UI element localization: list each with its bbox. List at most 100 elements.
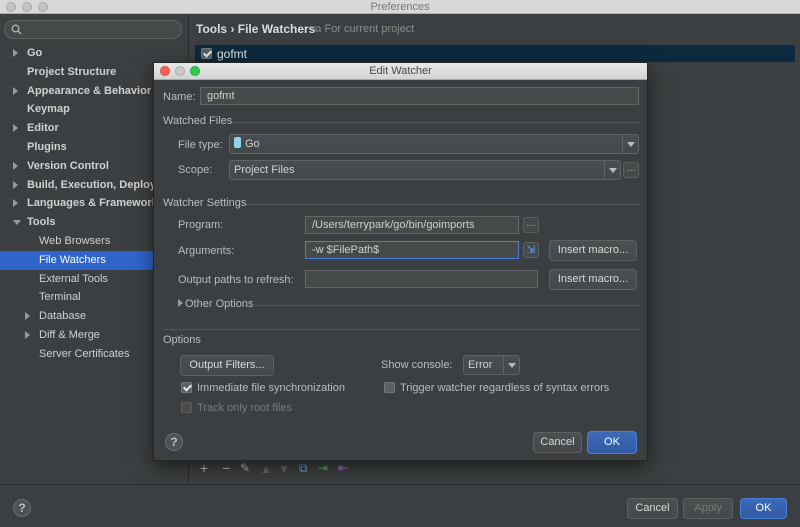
sidebar-item-label: Database — [39, 310, 87, 323]
name-field[interactable]: gofmt — [200, 87, 639, 105]
sidebar-item-label: Diff & Merge — [39, 329, 100, 341]
expand-icon[interactable]: ⇲ — [523, 242, 539, 258]
chevron-right-icon[interactable] — [25, 312, 30, 321]
cancel-button[interactable]: Cancel — [627, 498, 678, 519]
edit-icon[interactable]: ✎ — [240, 461, 250, 475]
output-paths-label: Output paths to refresh: — [178, 274, 294, 286]
watcher-settings-heading: Watcher Settings — [163, 197, 247, 209]
scope-label: Scope: — [178, 164, 213, 176]
insert-macro-button[interactable]: Insert macro... — [549, 240, 637, 261]
other-options-toggle[interactable]: Other Options — [185, 298, 253, 310]
chevron-right-icon[interactable] — [13, 161, 18, 170]
show-console-select[interactable]: Error — [463, 355, 520, 375]
track-root-checkbox[interactable] — [181, 402, 192, 413]
divider — [249, 305, 639, 306]
sidebar-item-label: External Tools — [39, 272, 108, 285]
apply-button[interactable]: Apply — [683, 498, 733, 519]
chevron-right-icon[interactable] — [178, 299, 183, 307]
chevron-right-icon[interactable] — [13, 180, 18, 189]
sidebar-item-label: Build, Execution, Deploy — [27, 178, 156, 191]
arguments-field[interactable]: -w $FilePath$ — [305, 241, 519, 259]
add-icon[interactable]: + — [200, 460, 208, 476]
arguments-label: Arguments: — [178, 245, 235, 257]
scope-note: ⧉ For current project — [315, 23, 415, 35]
import-icon[interactable]: ⇥ — [318, 461, 328, 475]
chevron-right-icon[interactable] — [13, 124, 18, 133]
divider — [246, 204, 639, 205]
search-input[interactable] — [4, 20, 182, 39]
chevron-right-icon[interactable] — [13, 49, 18, 57]
output-filters-button[interactable]: Output Filters... — [180, 355, 274, 376]
dialog-help-icon[interactable]: ? — [165, 433, 183, 451]
sidebar-item-label: Tools — [27, 216, 56, 229]
edit-watcher-dialog: Edit Watcher Name: gofmt Watched Files F… — [153, 62, 648, 461]
sidebar-item-label: Appearance & Behavior — [27, 84, 152, 97]
window-titlebar: Preferences — [0, 0, 800, 14]
sidebar-item-label: Project Structure — [27, 65, 117, 78]
dialog-close-button[interactable] — [160, 66, 170, 76]
sidebar-item-label: Editor — [27, 122, 59, 135]
track-root-label: Track only root files — [197, 402, 292, 414]
dialog-zoom-button[interactable] — [190, 66, 200, 76]
chevron-down-icon — [604, 161, 620, 179]
chevron-down-icon — [622, 135, 638, 153]
chevron-right-icon[interactable] — [13, 86, 18, 95]
trigger-regardless-checkbox[interactable] — [384, 382, 395, 393]
close-window-button[interactable] — [6, 2, 16, 12]
file-type-select[interactable]: Go — [229, 134, 639, 154]
chevron-down-icon[interactable] — [13, 220, 21, 226]
dialog-ok-button[interactable]: OK — [587, 431, 637, 454]
file-type-label: File type: — [178, 139, 223, 151]
insert-macro-button-2[interactable]: Insert macro... — [549, 269, 637, 290]
dialog-minimize-button[interactable] — [175, 66, 185, 76]
breadcrumb: Tools › File Watchers — [196, 22, 316, 36]
show-console-label: Show console: — [381, 359, 453, 371]
divider — [163, 329, 639, 330]
sidebar-item-label: Terminal — [39, 291, 81, 304]
window-title: Preferences — [370, 1, 430, 13]
sidebar-item-label: Server Certificates — [39, 347, 130, 360]
program-label: Program: — [178, 219, 224, 231]
scope-select[interactable]: Project Files — [229, 160, 621, 180]
sidebar-item-label: Version Control — [27, 159, 109, 172]
export-icon[interactable]: ⇤ — [338, 461, 348, 475]
dialog-cancel-button[interactable]: Cancel — [533, 432, 582, 453]
divider — [232, 122, 639, 123]
program-browse-button[interactable]: ... — [523, 217, 539, 233]
watcher-enabled-checkbox[interactable] — [201, 48, 212, 59]
ok-button[interactable]: OK — [740, 498, 787, 519]
sidebar-item-label: Plugins — [27, 141, 67, 153]
name-label: Name: — [163, 91, 196, 103]
help-icon[interactable]: ? — [13, 499, 31, 517]
minimize-window-button[interactable] — [22, 2, 32, 12]
dialog-title: Edit Watcher — [369, 65, 432, 77]
sidebar-item[interactable]: Go — [0, 44, 189, 63]
chevron-down-icon — [503, 356, 519, 374]
move-down-icon[interactable]: ▼ — [278, 462, 290, 476]
options-heading: Options — [163, 334, 201, 346]
sidebar-item-label: Languages & Framework — [27, 197, 158, 210]
immediate-sync-label: Immediate file synchronization — [197, 382, 345, 394]
chevron-right-icon[interactable] — [25, 331, 30, 339]
remove-icon[interactable]: − — [222, 460, 230, 476]
sidebar-item-label: Web Browsers — [39, 235, 111, 247]
chevron-right-icon[interactable] — [13, 199, 18, 208]
zoom-window-button[interactable] — [38, 2, 48, 12]
sidebar-item-label: File Watchers — [39, 253, 106, 266]
copy-icon[interactable]: ⧉ — [299, 461, 308, 476]
program-field[interactable]: /Users/terrypark/go/bin/goimports — [305, 216, 519, 234]
immediate-sync-checkbox[interactable] — [181, 382, 192, 393]
project-scope-icon: ⧉ — [315, 24, 322, 34]
move-up-icon[interactable]: ▲ — [260, 462, 272, 476]
scope-browse-button[interactable]: ... — [623, 162, 639, 178]
watcher-name: gofmt — [217, 47, 248, 61]
output-paths-field[interactable] — [305, 270, 538, 288]
watched-files-heading: Watched Files — [163, 115, 233, 127]
dialog-titlebar: Edit Watcher — [154, 63, 647, 80]
go-file-icon — [234, 137, 241, 148]
sidebar-item-label: Keymap — [27, 103, 70, 116]
search-icon — [11, 24, 22, 35]
trigger-regardless-label: Trigger watcher regardless of syntax err… — [400, 382, 610, 394]
sidebar-item-label: Go — [27, 47, 43, 59]
watcher-row[interactable]: gofmt — [195, 45, 795, 62]
